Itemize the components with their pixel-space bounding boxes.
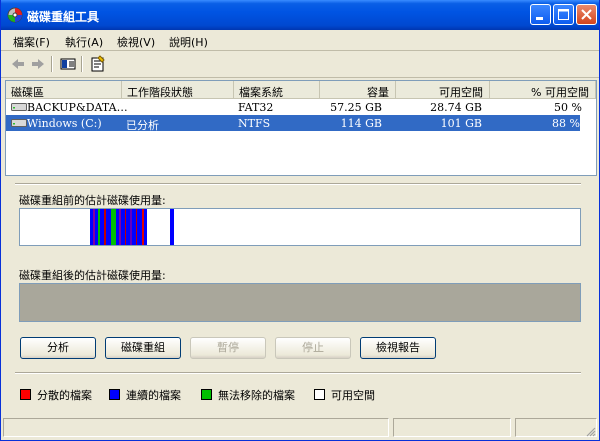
legend-free: 可用空間	[314, 387, 375, 403]
legend-fragmented-label: 分散的檔案	[37, 389, 92, 402]
legend-contiguous-label: 連續的檔案	[126, 389, 181, 402]
legend-fragmented: 分散的檔案	[20, 387, 92, 403]
percent-free: 88 %	[552, 117, 580, 130]
menu-view[interactable]: 檢視(V)	[117, 34, 155, 50]
capacity: 57.25 GB	[330, 101, 382, 114]
legend-contiguous: 連續的檔案	[109, 387, 181, 403]
analyze-button[interactable]: 分析	[20, 337, 96, 359]
section-divider	[15, 183, 581, 185]
column-header-session-status[interactable]: 工作階段狀態	[122, 81, 234, 99]
fragmented-swatch	[20, 389, 31, 400]
after-usage-label: 磁碟重組後的估計磁碟使用量:	[19, 269, 166, 282]
file-system: NTFS	[238, 117, 271, 130]
properties-icon[interactable]	[89, 55, 107, 73]
capacity: 114 GB	[340, 117, 382, 130]
unmovable-swatch	[201, 389, 212, 400]
toolbar-separator	[51, 56, 53, 72]
minimize-button[interactable]	[530, 4, 551, 25]
before-usage-map	[19, 208, 581, 246]
forward-arrow-icon[interactable]	[29, 55, 47, 73]
table-row[interactable]: BACKUP&DATA… FAT32 57.25 GB 28.74 GB 50 …	[6, 99, 596, 115]
maximize-icon	[558, 9, 569, 20]
view-report-button[interactable]: 檢視報告	[360, 337, 436, 359]
column-header-free-space[interactable]: 可用空間	[396, 81, 490, 99]
volume-name: BACKUP&DATA…	[27, 101, 128, 114]
menu-action[interactable]: 執行(A)	[65, 34, 103, 50]
close-icon	[581, 9, 592, 20]
volume-name: Windows (C:)	[27, 117, 102, 130]
status-pane	[3, 418, 389, 437]
defragment-button[interactable]: 磁碟重組	[105, 337, 181, 359]
status-pane	[393, 418, 511, 437]
pause-button[interactable]: 暫停	[190, 337, 266, 359]
contiguous-swatch	[109, 389, 120, 400]
close-button[interactable]	[576, 4, 597, 25]
table-row[interactable]: Windows (C:) 已分析 NTFS 114 GB 101 GB 88 %	[6, 115, 580, 132]
usage-map-graphic	[90, 209, 174, 245]
menu-bar: 檔案(F) 執行(A) 檢視(V) 說明(H)	[1, 30, 599, 51]
drive-icon	[11, 103, 27, 111]
toolbar	[1, 51, 599, 78]
before-usage-label: 磁碟重組前的估計磁碟使用量:	[19, 194, 166, 207]
legend-free-label: 可用空間	[331, 389, 375, 402]
window-title: 磁碟重組工具	[27, 10, 100, 24]
free-space: 28.74 GB	[430, 101, 482, 114]
back-arrow-icon[interactable]	[9, 55, 27, 73]
column-header-volume[interactable]: 磁碟區	[6, 81, 122, 99]
legend-unmovable: 無法移除的檔案	[201, 387, 295, 403]
percent-free: 50 %	[554, 101, 582, 114]
menu-help[interactable]: 說明(H)	[169, 34, 208, 50]
column-header-capacity[interactable]: 容量	[320, 81, 396, 99]
legend-unmovable-label: 無法移除的檔案	[218, 389, 295, 402]
section-divider	[15, 372, 581, 374]
free-swatch	[314, 389, 325, 400]
title-bar[interactable]: 磁碟重組工具	[1, 0, 599, 30]
defrag-window: 磁碟重組工具 檔案(F) 執行(A) 檢視(V) 說明(H) 磁碟區 工作階段狀…	[0, 0, 600, 441]
app-icon	[7, 7, 23, 23]
file-system: FAT32	[238, 101, 274, 114]
maximize-button[interactable]	[553, 4, 574, 25]
session-status: 已分析	[126, 119, 159, 132]
view-icon[interactable]	[59, 55, 77, 73]
stop-button[interactable]: 停止	[275, 337, 351, 359]
column-header-percent-free[interactable]: % 可用空間	[490, 81, 596, 99]
volume-list[interactable]: 磁碟區 工作階段狀態 檔案系統 容量 可用空間 % 可用空間 BACKUP&DA…	[5, 80, 597, 176]
resize-grip-icon[interactable]	[584, 425, 596, 437]
column-header-file-system[interactable]: 檔案系統	[234, 81, 320, 99]
minimize-icon	[536, 17, 543, 20]
menu-file[interactable]: 檔案(F)	[13, 34, 50, 50]
status-bar	[1, 415, 599, 440]
drive-icon	[11, 119, 27, 127]
free-space: 101 GB	[440, 117, 482, 130]
after-usage-map	[19, 283, 581, 322]
toolbar-separator	[81, 56, 83, 72]
